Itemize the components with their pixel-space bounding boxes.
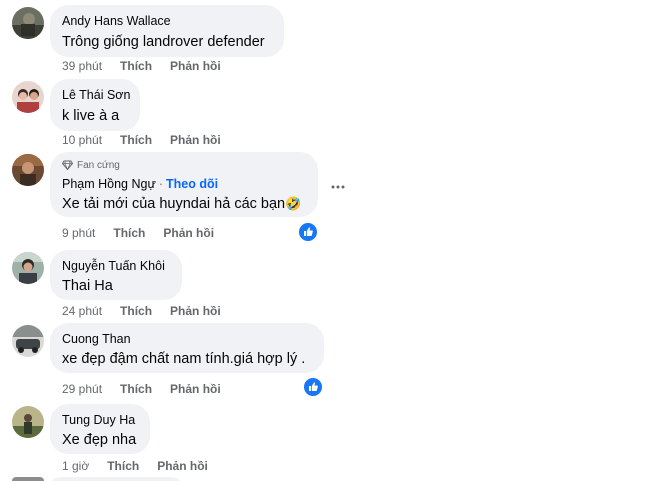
like-button[interactable]: Thích	[120, 381, 152, 397]
comment-actions: 9 phút Thích Phản hồi	[62, 225, 232, 241]
avatar[interactable]	[12, 81, 44, 113]
comment-text: Trông giống landrover defender	[62, 34, 265, 50]
comment-bubble: Tung Duy Ha Xe đẹp nha	[50, 404, 150, 454]
like-button[interactable]: Thích	[120, 132, 152, 148]
avatar[interactable]	[12, 325, 44, 357]
like-button[interactable]: Thích	[113, 225, 145, 241]
comment-text: k live à a	[62, 108, 120, 124]
badge-label: Fan cứng	[77, 160, 120, 171]
comment-bubble-partial	[50, 477, 182, 481]
comment-author[interactable]: Nguyễn Tuấn Khôi	[62, 258, 170, 274]
like-reaction-icon[interactable]	[297, 221, 319, 243]
comment-author[interactable]: Andy Hans Wallace	[62, 13, 272, 29]
reply-button[interactable]: Phản hồi	[163, 225, 214, 241]
diamond-icon	[61, 160, 74, 171]
comment-author[interactable]: Tung Duy Ha	[62, 412, 138, 428]
comment-text-row: Xe tải mới của huyndai hả các bạn🤣	[62, 194, 306, 214]
comment-time[interactable]: 9 phút	[62, 225, 95, 241]
top-fan-badge[interactable]: Fan cứng	[61, 159, 306, 173]
avatar[interactable]	[12, 406, 44, 438]
comment-text: Xe tải mới của huyndai hả các bạn	[62, 196, 286, 212]
avatar[interactable]	[12, 7, 44, 39]
comment-time[interactable]: 1 giờ	[62, 458, 89, 474]
comment-author[interactable]: Lê Thái Sơn	[62, 87, 130, 103]
comment-bubble: Andy Hans Wallace Trông giống landrover …	[50, 5, 284, 57]
like-button[interactable]: Thích	[120, 58, 152, 74]
rofl-emoji: 🤣	[285, 196, 302, 211]
like-reaction-icon[interactable]	[302, 376, 324, 398]
comment-thread: Andy Hans Wallace Trông giống landrover …	[0, 0, 668, 481]
avatar[interactable]	[12, 154, 44, 186]
reply-button[interactable]: Phản hồi	[170, 303, 221, 319]
like-button[interactable]: Thích	[107, 458, 139, 474]
comment-author[interactable]: Phạm Hồng Ngự	[62, 177, 156, 191]
comment-author[interactable]: Cuong Than	[62, 331, 312, 347]
avatar[interactable]	[12, 477, 44, 481]
comment-time[interactable]: 29 phút	[62, 381, 102, 397]
comment-bubble: Lê Thái Sơn k live à a	[50, 79, 140, 131]
comment-text: Thai Ha	[62, 278, 113, 294]
reply-button[interactable]: Phản hồi	[157, 458, 208, 474]
comment-text: xe đẹp đậm chất nam tính.giá hợp lý .	[62, 351, 306, 367]
reply-button[interactable]: Phản hồi	[170, 132, 221, 148]
comment-actions: 39 phút Thích Phản hồi	[62, 58, 239, 74]
comment-time[interactable]: 10 phút	[62, 132, 102, 148]
avatar[interactable]	[12, 252, 44, 284]
reply-button[interactable]: Phản hồi	[170, 58, 221, 74]
comment-time[interactable]: 24 phút	[62, 303, 102, 319]
comment-bubble: Nguyễn Tuấn Khôi Thai Ha	[50, 250, 182, 300]
comment-bubble: Fan cứng Phạm Hồng Ngự · Theo dõi Xe tải m…	[50, 152, 318, 217]
separator-dot: ·	[158, 177, 164, 191]
comment-author-row: Phạm Hồng Ngự · Theo dõi	[62, 176, 306, 192]
reply-button[interactable]: Phản hồi	[170, 381, 221, 397]
comment-actions: 1 giờ Thích Phản hồi	[62, 458, 226, 474]
follow-button[interactable]: Theo dõi	[166, 177, 218, 191]
like-button[interactable]: Thích	[120, 303, 152, 319]
comment-actions: 24 phút Thích Phản hồi	[62, 303, 239, 319]
more-options-icon[interactable]	[328, 180, 348, 192]
comment-bubble: Cuong Than xe đẹp đậm chất nam tính.giá …	[50, 323, 324, 373]
comment-actions: 29 phút Thích Phản hồi	[62, 381, 239, 397]
comment-actions: 10 phút Thích Phản hồi	[62, 132, 239, 148]
comment-text: Xe đẹp nha	[62, 432, 137, 448]
comment-time[interactable]: 39 phút	[62, 58, 102, 74]
